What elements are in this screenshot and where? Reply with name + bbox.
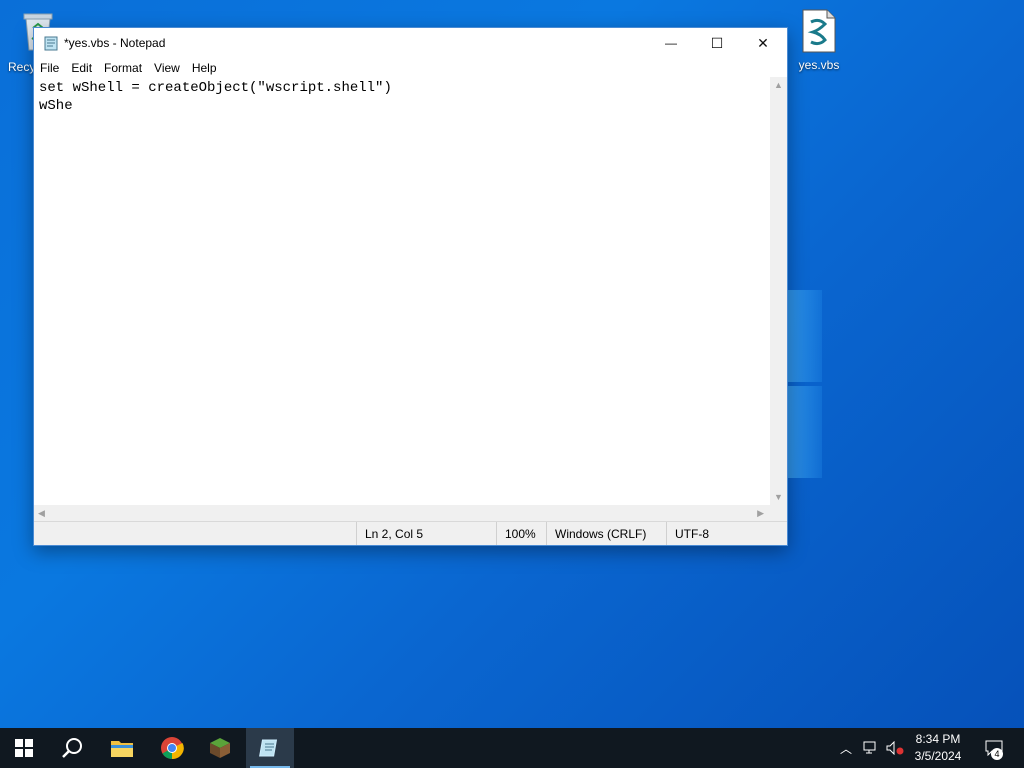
close-icon: ✕ <box>757 34 769 51</box>
taskbar: ︿ 8:34 PM 3/5/2024 4 <box>0 728 1024 768</box>
window-title: *yes.vbs - Notepad <box>64 36 166 50</box>
recycle-bin-label: Recy <box>8 60 36 74</box>
action-center-button[interactable]: 4 <box>980 728 1008 768</box>
text-editor-area[interactable]: set wShell = createObject("wscript.shell… <box>34 77 770 505</box>
scroll-left-icon[interactable]: ◀ <box>38 508 45 519</box>
clock-date: 3/5/2024 <box>914 749 962 763</box>
scroll-up-icon[interactable]: ▲ <box>774 80 783 90</box>
notification-count-badge: 4 <box>991 748 1003 760</box>
vertical-scrollbar[interactable]: ▲ ▼ <box>770 77 787 505</box>
chevron-up-icon: ︿ <box>839 741 852 756</box>
editor-line-1: set wShell = createObject("wscript.shell… <box>39 80 392 96</box>
menu-file[interactable]: File <box>34 61 65 75</box>
search-button[interactable] <box>48 728 96 768</box>
search-icon <box>62 738 82 758</box>
wallpaper-logo-upper <box>786 290 822 382</box>
chrome-icon <box>161 737 184 760</box>
network-button[interactable] <box>860 728 882 768</box>
menu-view[interactable]: View <box>148 61 186 75</box>
notepad-app-icon <box>43 35 59 51</box>
clock[interactable]: 8:34 PM 3/5/2024 <box>902 731 974 765</box>
show-hidden-icons-button[interactable]: ︿ <box>836 728 856 768</box>
minimize-icon: — <box>665 36 677 50</box>
close-button[interactable]: ✕ <box>740 28 786 58</box>
menu-help[interactable]: Help <box>186 61 223 75</box>
status-zoom: 100% <box>496 522 546 545</box>
maximize-icon: ☐ <box>710 34 724 51</box>
status-line-ending: Windows (CRLF) <box>546 522 666 545</box>
scroll-corner <box>770 505 787 521</box>
vbs-script-icon <box>799 8 839 54</box>
wallpaper-logo-lower <box>786 386 822 478</box>
scroll-right-icon[interactable]: ▶ <box>757 508 764 519</box>
horizontal-scrollbar[interactable]: ◀ ▶ <box>34 505 770 521</box>
network-icon <box>863 741 876 754</box>
maximize-button[interactable]: ☐ <box>694 28 740 58</box>
start-button[interactable] <box>0 728 48 768</box>
chrome-button[interactable] <box>148 728 196 768</box>
desktop: Recy yes.vbs *yes.vbs - Notepad — ☐ ✕ Fi… <box>0 0 1024 768</box>
status-cursor-position: Ln 2, Col 5 <box>356 522 496 545</box>
notepad-taskbar-button[interactable] <box>246 728 294 768</box>
status-bar: Ln 2, Col 5 100% Windows (CRLF) UTF-8 <box>34 521 787 545</box>
title-bar[interactable]: *yes.vbs - Notepad — ☐ ✕ <box>34 28 787 58</box>
editor-line-2: wShe <box>39 98 73 114</box>
notepad-icon <box>259 739 278 757</box>
notepad-window: *yes.vbs - Notepad — ☐ ✕ File Edit Forma… <box>33 27 788 546</box>
minecraft-icon <box>210 738 230 758</box>
start-icon <box>15 739 33 757</box>
menu-format[interactable]: Format <box>98 61 148 75</box>
menu-bar: File Edit Format View Help <box>34 58 787 77</box>
minecraft-button[interactable] <box>196 728 244 768</box>
clock-time: 8:34 PM <box>915 732 961 746</box>
yes-vbs-desktop-icon[interactable]: yes.vbs <box>781 8 857 72</box>
file-explorer-button[interactable] <box>98 728 146 768</box>
status-encoding: UTF-8 <box>666 522 786 545</box>
file-explorer-icon <box>111 741 133 757</box>
menu-edit[interactable]: Edit <box>65 61 98 75</box>
yes-vbs-label: yes.vbs <box>798 58 840 72</box>
scroll-down-icon[interactable]: ▼ <box>774 492 783 502</box>
minimize-button[interactable]: — <box>648 28 694 58</box>
